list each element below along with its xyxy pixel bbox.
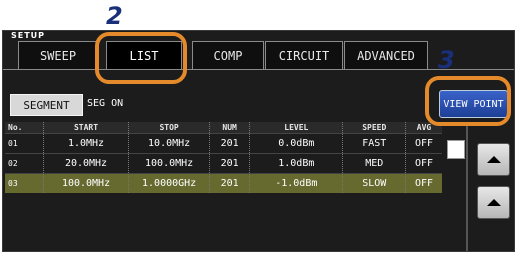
col-level: LEVEL	[249, 122, 343, 134]
cell-stop: 1.0000GHz	[128, 173, 210, 193]
cell-start: 20.0MHz	[42, 153, 129, 174]
table-row[interactable]: 02 20.0MHz 100.0MHz 201 1.0dBm MED OFF	[5, 153, 442, 174]
cell-speed: SLOW	[342, 173, 406, 193]
cell-no: 01	[5, 133, 44, 154]
cell-stop: 100.0MHz	[128, 153, 210, 174]
segment-status: SEG ON	[87, 98, 124, 109]
col-stop: STOP	[128, 122, 210, 134]
panel-title: SETUP	[11, 31, 46, 40]
list-table: No. START STOP NUM LEVEL SPEED AVG 01 1.…	[5, 122, 442, 193]
up-arrow-icon	[486, 156, 501, 163]
cell-no: 03	[5, 173, 44, 193]
cell-speed: FAST	[342, 133, 406, 154]
cell-start: 100.0MHz	[42, 173, 129, 193]
cell-avg: OFF	[405, 173, 442, 193]
cell-level: -1.0dBm	[249, 173, 343, 193]
col-no: No.	[5, 122, 44, 134]
scroll-thumb[interactable]	[447, 140, 465, 159]
table-row-selected[interactable]: 03 100.0MHz 1.0000GHz 201 -1.0dBm SLOW O…	[5, 173, 442, 193]
cell-num: 201	[209, 133, 250, 154]
screen: SETUP SWEEP LIST COMP CIRCUIT ADVANCED S…	[0, 0, 517, 254]
tab-advanced[interactable]: ADVANCED	[344, 41, 428, 69]
col-start: START	[42, 122, 129, 134]
step-number-2: 2	[106, 2, 123, 30]
cell-start: 1.0MHz	[42, 133, 129, 154]
up-arrow-icon	[486, 199, 501, 206]
scroll-track[interactable]	[466, 126, 468, 251]
tab-circuit[interactable]: CIRCUIT	[265, 41, 343, 69]
table-header: No. START STOP NUM LEVEL SPEED AVG	[5, 122, 442, 134]
cell-avg: OFF	[405, 153, 442, 174]
view-point-highlight	[425, 76, 511, 126]
step-number-3: 3	[438, 46, 455, 74]
scroll-up-button[interactable]	[477, 143, 510, 176]
col-num: NUM	[209, 122, 250, 134]
scroll-up-button-2[interactable]	[477, 186, 510, 219]
cell-level: 0.0dBm	[249, 133, 343, 154]
cell-speed: MED	[342, 153, 406, 174]
tab-sweep[interactable]: SWEEP	[18, 41, 98, 69]
cell-num: 201	[209, 173, 250, 193]
cell-no: 02	[5, 153, 44, 174]
cell-stop: 10.0MHz	[128, 133, 210, 154]
cell-level: 1.0dBm	[249, 153, 343, 174]
cell-num: 201	[209, 153, 250, 174]
tab-comp[interactable]: COMP	[192, 41, 264, 69]
table-row[interactable]: 01 1.0MHz 10.0MHz 201 0.0dBm FAST OFF	[5, 133, 442, 154]
segment-button[interactable]: SEGMENT	[10, 94, 83, 116]
col-speed: SPEED	[342, 122, 406, 134]
cell-avg: OFF	[405, 133, 442, 154]
list-tab-highlight	[95, 32, 187, 84]
